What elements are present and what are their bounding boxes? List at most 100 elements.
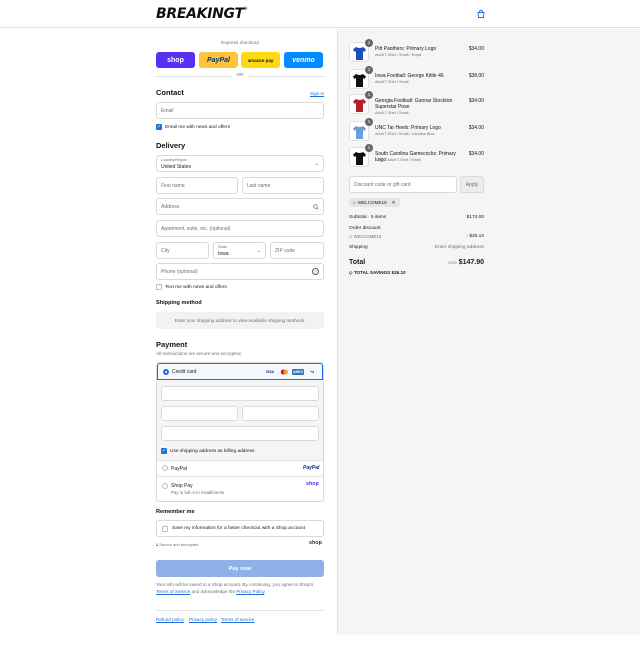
remove-discount-icon[interactable]: ✕	[392, 200, 396, 206]
refund-policy-link[interactable]: Refund policy	[156, 617, 184, 622]
shipping-row: Shipping Enter shipping address	[349, 245, 484, 250]
shipping-methods-placeholder: Enter your shipping address to view avai…	[156, 312, 324, 329]
brand-logo[interactable]: BREAKINGT®	[156, 6, 248, 22]
shipping-method-title: Shipping method	[156, 300, 202, 306]
quantity-badge: 1	[365, 144, 373, 152]
product-price: $34.00	[468, 46, 484, 52]
shop-pay-radio[interactable]	[162, 483, 168, 489]
header: BREAKINGT®	[0, 0, 640, 28]
tag-icon: ◇	[349, 234, 353, 239]
product-variant: Black / Adult T-Shirt / Small	[375, 158, 421, 162]
mastercard-icon	[279, 369, 289, 375]
product-variant: Adult T-Shirt / Small / Carolina Blue	[375, 132, 435, 136]
tag-icon: ⌂	[353, 200, 356, 205]
contact-title: Contact	[156, 88, 184, 97]
shop-logo: shop	[306, 481, 319, 487]
product-name: Pitt Panthers: Primary Logo	[375, 46, 437, 52]
product-price: $34.00	[468, 98, 484, 104]
text-news-checkbox[interactable]	[156, 284, 162, 290]
expiration-field[interactable]	[161, 406, 238, 421]
product-variant: Adult T-Shirt / Small	[375, 111, 409, 115]
payment-title: Payment	[156, 340, 188, 349]
venmo-button[interactable]: venmo	[284, 52, 323, 68]
legal-text: Your info will be saved to a Shop accoun…	[156, 582, 314, 594]
state-select[interactable]: State Iowa ⌄	[213, 242, 266, 259]
express-checkout-title: Express checkout	[221, 41, 259, 46]
address-field[interactable]: Address	[156, 198, 324, 215]
shop-pay-label: Shop Pay	[171, 483, 193, 489]
discount-tag: ⌂ WELCOME15 ✕	[349, 198, 400, 207]
save-info-label: Save my information for a faster checkou…	[172, 526, 306, 531]
help-icon[interactable]: ?	[312, 268, 319, 275]
visa-icon: VISA	[265, 370, 275, 374]
quantity-badge: 1	[365, 66, 373, 74]
country-select[interactable]: Country/Region United States ⌄	[156, 155, 324, 172]
apply-button[interactable]: Apply	[460, 176, 484, 193]
discount-code-field[interactable]: Discount code or gift card	[349, 176, 457, 193]
paypal-logo: PayPal	[303, 465, 320, 471]
subtotal-row: Subtotal · 5 items $174.00	[349, 215, 484, 220]
billing-same-label: Use shipping address as billing address	[170, 449, 255, 454]
name-on-card-field[interactable]	[161, 426, 319, 441]
text-news-label: Text me with news and offers	[165, 285, 227, 290]
amex-icon: AMEX	[292, 369, 304, 375]
chevron-down-icon: ⌄	[314, 161, 319, 167]
more-cards-badge: +4	[310, 370, 314, 374]
privacy-policy-link[interactable]: Privacy policy	[189, 617, 217, 622]
zip-field[interactable]: ZIP code	[270, 242, 324, 259]
product-price: $38.00	[468, 73, 484, 79]
email-field[interactable]: Email	[156, 102, 324, 119]
save-info-checkbox[interactable]	[162, 526, 168, 532]
product-name: Georgia Football: Gunnar Stockton Supers…	[375, 98, 453, 111]
privacy-link[interactable]: Privacy Policy	[236, 589, 264, 594]
paypal-radio[interactable]	[162, 465, 168, 471]
order-summary-panel	[337, 29, 640, 635]
lock-icon: 🔒︎	[156, 542, 159, 547]
product-name: UNC Tar Heels: Primary Logo	[375, 125, 441, 131]
phone-field[interactable]: Phone (optional) ?	[156, 263, 324, 280]
shop-pay-sublabel: Pay in full or in installments	[171, 490, 225, 495]
pay-now-button[interactable]: Pay now	[156, 560, 324, 577]
paypal-button[interactable]: PayPal	[199, 52, 238, 68]
credit-card-radio[interactable]	[163, 369, 169, 375]
or-separator: OR	[236, 73, 244, 78]
sign-in-link[interactable]: Sign in	[310, 91, 324, 96]
last-name-field[interactable]: Last name	[242, 177, 324, 194]
amazon-pay-button[interactable]: amazon pay	[241, 52, 280, 68]
city-field[interactable]: City	[156, 242, 209, 259]
quantity-badge: 1	[365, 91, 373, 99]
billing-same-checkbox[interactable]: ✓	[161, 448, 167, 454]
save-info-box[interactable]: Save my information for a faster checkou…	[156, 520, 324, 537]
first-name-field[interactable]: First name	[156, 177, 238, 194]
payment-subtitle: All transactions are secure and encrypte…	[156, 351, 242, 356]
remember-me-title: Remember me	[156, 509, 195, 515]
shop-pay-button[interactable]: shop	[156, 52, 195, 68]
shopping-bag-icon[interactable]	[476, 9, 486, 19]
credit-card-form: ✓ Use shipping address as billing addres…	[157, 380, 323, 460]
product-variant: Adult T-Shirt / Small / Royal	[375, 53, 422, 57]
terms-of-service-link[interactable]: Terms of service	[221, 617, 254, 622]
credit-card-option[interactable]: Credit card VISA AMEX +4	[157, 363, 323, 380]
credit-card-label: Credit card	[172, 369, 197, 375]
delivery-title: Delivery	[156, 141, 186, 150]
payment-methods: Credit card VISA AMEX +4 ✓ Use shipping …	[156, 362, 324, 502]
total-savings-row: ◇ TOTAL SAVINGS $26.10	[349, 270, 406, 275]
quantity-badge: 1	[365, 39, 373, 47]
secure-note: 🔒︎ Secure and encrypted	[156, 542, 199, 547]
apartment-field[interactable]: Apartment, suite, etc. (optional)	[156, 220, 324, 237]
product-variant: Adult T-Shirt / Small	[375, 80, 409, 84]
order-discount-label: Order discount	[349, 226, 381, 231]
email-news-label: Email me with news and offers	[165, 125, 230, 130]
paypal-label: PayPal	[171, 466, 187, 472]
quantity-badge: 1	[365, 118, 373, 126]
product-price: $34.00	[468, 151, 484, 157]
terms-link[interactable]: Terms of Service	[156, 589, 190, 594]
total-row: Total USD $147.90	[349, 259, 484, 266]
search-icon	[313, 204, 319, 210]
card-number-field[interactable]	[161, 386, 319, 401]
email-news-checkbox[interactable]: ✓	[156, 124, 162, 130]
product-price: $34.00	[468, 125, 484, 131]
security-code-field[interactable]	[242, 406, 319, 421]
product-name: Iowa Football: George Kittle 46	[375, 73, 444, 79]
discount-row: ◇ WELCOME15 - $26.10	[349, 234, 484, 239]
